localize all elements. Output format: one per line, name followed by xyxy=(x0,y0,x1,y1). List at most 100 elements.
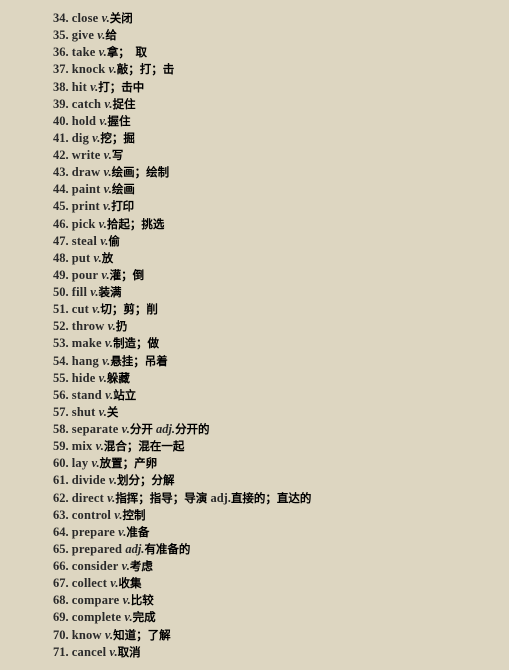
entry-word: write xyxy=(71,148,101,162)
part-of-speech: v. xyxy=(102,199,112,214)
entry-word: hide xyxy=(71,370,96,385)
entry-number: 71. xyxy=(53,644,69,659)
vocabulary-entry: 58. separate v.分开 adj.分开的 xyxy=(53,421,311,438)
entry-number: 56. xyxy=(53,387,69,402)
part-of-speech: v. xyxy=(110,576,119,591)
vocabulary-entry: 65. prepared adj.有准备的 xyxy=(53,541,311,558)
entry-word: give xyxy=(71,28,95,43)
meaning: 悬挂；吊着 xyxy=(110,353,168,368)
entry-word: dig xyxy=(71,130,90,145)
entry-number: 48. xyxy=(53,250,69,265)
meaning: 扔 xyxy=(115,319,128,334)
vocabulary-entry: 52. throw v.扔 xyxy=(53,318,311,335)
entry-word: hang xyxy=(71,353,99,368)
part-of-speech: v. xyxy=(101,267,110,282)
vocabulary-entry: 45. print v.打印 xyxy=(53,198,311,215)
entry-number: 44. xyxy=(53,182,69,197)
entry-word: pick xyxy=(71,216,96,231)
meaning: 分开 xyxy=(129,422,153,436)
entry-number: 39. xyxy=(53,96,69,111)
vocabulary-entry: 48. put v.放 xyxy=(53,250,311,267)
meaning: 写 xyxy=(111,148,124,162)
entry-number: 52. xyxy=(53,319,69,334)
vocabulary-entry: 41. dig v.挖；掘 xyxy=(53,130,311,147)
entry-number: 57. xyxy=(53,404,69,419)
vocabulary-entry: 53. make v.制造；做 xyxy=(53,335,311,352)
vocabulary-entry: 51. cut v.切；剪；削 xyxy=(53,301,311,318)
entry-number: 66. xyxy=(53,559,69,573)
part-of-speech: v. xyxy=(108,62,117,77)
part-of-speech: adj. xyxy=(210,490,231,505)
entry-number: 54. xyxy=(53,353,69,368)
meaning: 给 xyxy=(105,28,117,43)
vocabulary-entry: 38. hit v.打；击中 xyxy=(53,79,311,96)
entry-word: knock xyxy=(71,62,106,77)
meaning: 完成 xyxy=(132,610,156,625)
part-of-speech: v. xyxy=(121,422,130,436)
entry-number: 58. xyxy=(53,422,69,436)
vocabulary-entry: 49. pour v.灌；倒 xyxy=(53,267,311,284)
entry-word: put xyxy=(71,250,91,265)
entry-number: 53. xyxy=(53,336,69,351)
meaning: 拾起；挑选 xyxy=(106,216,165,231)
entry-word: catch xyxy=(71,96,102,111)
part-of-speech: v. xyxy=(103,165,112,180)
entry-number: 50. xyxy=(53,285,69,299)
vocabulary-entry: 50. fill v.装满 xyxy=(53,284,311,301)
entry-word: consider xyxy=(71,559,119,573)
part-of-speech: v. xyxy=(107,319,116,334)
entry-number: 36. xyxy=(53,45,69,60)
entry-number: 45. xyxy=(53,199,69,214)
meaning: 打印 xyxy=(111,199,135,214)
entry-number: 49. xyxy=(53,267,69,282)
meaning: 挖；掘 xyxy=(100,130,135,145)
entry-word: steal xyxy=(71,233,98,248)
meaning: 考虑 xyxy=(129,559,153,573)
entry-word: complete xyxy=(71,610,122,625)
meaning: 知道；了解 xyxy=(113,627,171,642)
vocabulary-entry: 36. take v.拿； 取 xyxy=(53,44,311,61)
entry-word: fill xyxy=(71,285,88,299)
entry-number: 51. xyxy=(53,302,69,317)
entry-word: shut xyxy=(71,404,96,419)
entry-number: 34. xyxy=(53,11,69,25)
entry-number: 43. xyxy=(53,165,69,180)
part-of-speech: v. xyxy=(108,473,117,488)
part-of-speech: v. xyxy=(124,610,133,625)
entry-word: hit xyxy=(71,79,87,94)
meaning: 关 xyxy=(106,404,119,419)
meaning: 敲；打；击 xyxy=(116,62,175,77)
vocabulary-entry: 37. knock v.敲；打；击 xyxy=(53,61,311,78)
entry-number: 46. xyxy=(53,216,69,231)
vocabulary-entry: 68. compare v.比较 xyxy=(53,592,311,609)
meaning: 绘画；绘制 xyxy=(111,165,170,180)
meaning: 混合；混在一起 xyxy=(103,439,185,454)
vocabulary-entry: 67. collect v.收集 xyxy=(53,575,311,592)
vocabulary-entry: 44. paint v.绘画 xyxy=(53,181,311,198)
entry-number: 67. xyxy=(53,576,69,591)
meaning: 比较 xyxy=(130,593,154,608)
entry-word: draw xyxy=(71,165,101,180)
part-of-speech: v. xyxy=(103,182,112,197)
meaning: 准备 xyxy=(126,524,150,539)
part-of-speech: v. xyxy=(121,559,130,573)
meaning: 绘画 xyxy=(111,182,135,197)
entry-word: paint xyxy=(71,182,101,197)
part-of-speech: v. xyxy=(98,370,107,385)
vocabulary-entry: 63. control v.控制 xyxy=(53,507,311,524)
vocabulary-entry: 39. catch v.捉住 xyxy=(53,96,311,113)
meaning: 切；剪；削 xyxy=(100,302,158,317)
entry-number: 59. xyxy=(53,439,69,454)
entry-word: prepare xyxy=(71,524,116,539)
entry-word: cut xyxy=(71,302,90,317)
meaning: 捉住 xyxy=(112,96,136,111)
part-of-speech: v. xyxy=(122,593,131,608)
entry-number: 61. xyxy=(53,473,69,488)
vocabulary-entry: 47. steal v.偷 xyxy=(53,233,311,250)
meaning: 划分；分解 xyxy=(116,473,175,488)
meaning: 放置；产卵 xyxy=(99,456,158,471)
vocabulary-entry: 71. cancel v.取消 xyxy=(53,644,311,661)
meaning: 偷 xyxy=(108,233,120,248)
part-of-speech: v. xyxy=(104,96,113,111)
vocabulary-entry: 43. draw v.绘画；绘制 xyxy=(53,164,311,181)
